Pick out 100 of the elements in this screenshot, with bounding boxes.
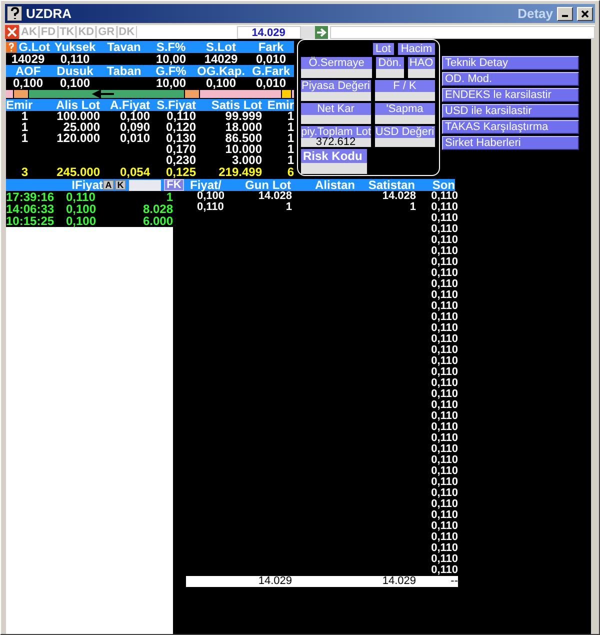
time-cell-text: 14:06:33 [6, 203, 56, 215]
value-cell-text: 0,010 [254, 77, 288, 89]
menu-button[interactable]: Teknik Detay [442, 56, 579, 70]
column-header: S.F% [155, 41, 187, 53]
table-cell-text: 0,110 [430, 301, 458, 312]
total-cell-text: 6 [286, 166, 294, 178]
toolbar-tab[interactable]: GR [96, 26, 117, 38]
panel-title: Detay [518, 6, 553, 21]
value-cell-text: 0,100 [58, 77, 92, 89]
table-cell-text: 0,110 [430, 191, 458, 202]
value-field[interactable]: 14.029 [236, 26, 301, 38]
price-cell-text: 0,110 [66, 191, 96, 203]
table-cell-text: 0,110 [430, 565, 458, 576]
input-field[interactable] [129, 180, 161, 190]
table-cell-text: 0,110 [196, 202, 225, 213]
table-cell-text: 0,110 [430, 499, 458, 510]
total-cell-text: 219.499 [218, 166, 262, 178]
table-cell-text: 0,110 [430, 290, 458, 301]
value-field: 372.612 [301, 138, 371, 147]
filter-button[interactable]: FK [164, 179, 184, 191]
time-cell-text: 10:15:25 [6, 215, 56, 227]
table-cell-text: 0,120 [164, 122, 196, 133]
value-cell-text: 14029 [10, 53, 46, 65]
table-cell-text: 1 [286, 133, 294, 144]
table-cell-text: 10.000 [224, 144, 262, 155]
value-cell-text: 10,00 [154, 53, 188, 65]
table-cell-text: 0,110 [430, 510, 458, 521]
menu-button[interactable]: USD ile karsilastir [442, 104, 579, 118]
table-cell-text: 14.028 [381, 191, 416, 202]
value-field [301, 115, 371, 124]
lot-cell-text: 6.000 [142, 215, 173, 227]
toolbar-tab[interactable]: DK [116, 26, 137, 38]
table-cell-text: 120.000 [56, 133, 100, 144]
column-header: Fark [257, 41, 285, 53]
window-title: UZDRA [26, 6, 72, 21]
column-header: G.Fark [250, 65, 291, 77]
column-header: Tavan [106, 41, 142, 53]
table-cell-text: 0,090 [118, 122, 150, 133]
column-header: A.Fiyat [108, 99, 150, 111]
column-header: Emir [266, 99, 294, 111]
value-cell-text: 0,010 [254, 53, 288, 65]
column-header: Emir [6, 99, 32, 111]
table-cell-text: 0,110 [430, 532, 458, 543]
value-field [301, 163, 367, 174]
table-cell-text: 0,110 [166, 111, 196, 122]
column-header: Yuksek [53, 41, 97, 53]
menu-button[interactable]: ENDEKS le karsilastir [442, 88, 579, 102]
menu-button[interactable]: OD. Mod. [442, 72, 579, 86]
total-cell-text: 0,125 [164, 166, 196, 178]
table-cell-text: 0,110 [430, 543, 458, 554]
table-cell-text: 0,110 [430, 367, 458, 378]
column-header: G.Lot [18, 41, 50, 53]
minimize-button[interactable] [557, 6, 573, 20]
column-header: Alis Lot [55, 99, 100, 111]
table-cell-text: 100.000 [56, 111, 100, 122]
menu-button[interactable]: TAKAS Karşılaştırma [442, 120, 579, 134]
field-label: Ö.Sermaye [301, 57, 372, 69]
field-label: HAO [408, 57, 435, 69]
table-cell-text: 1 [286, 122, 294, 133]
close-button[interactable] [577, 6, 593, 20]
help-icon[interactable] [7, 6, 22, 21]
time-cell-text: 17:39:16 [6, 191, 56, 203]
table-cell-text: 86.500 [224, 133, 262, 144]
table-cell-text: 0,100 [120, 111, 150, 122]
table-cell-text: 1 [286, 144, 294, 155]
small-button[interactable]: K [115, 180, 126, 190]
table-cell-text: 25.000 [63, 122, 100, 133]
lot-cell-text: 8.028 [142, 203, 173, 215]
field-label: Piyasa Değeri [301, 80, 371, 92]
toolbar-tab[interactable]: KD [76, 26, 96, 38]
total-cell-text: -- [450, 576, 458, 587]
input-field[interactable] [330, 26, 595, 38]
table-cell-text: 0,110 [430, 257, 458, 268]
field-label: 'Sapma [374, 103, 435, 115]
go-button[interactable] [314, 26, 328, 38]
table-cell-text: 1 [20, 122, 29, 133]
table-cell-text: 0,110 [430, 554, 458, 565]
minimize-icon [562, 14, 568, 16]
column-header[interactable]: Fiyat/ [184, 179, 224, 191]
value-field [301, 92, 371, 101]
column-header: Taban [106, 65, 142, 77]
value-field [374, 138, 435, 147]
small-button[interactable]: A [103, 180, 114, 190]
table-cell-text: 0,110 [430, 389, 458, 400]
tab[interactable]: Lot [372, 43, 394, 55]
column-header: Dusuk [56, 65, 94, 77]
value-cell-text: 14029 [203, 53, 239, 65]
toolbar-tab[interactable]: TK [58, 26, 76, 38]
value-cell-text: 0,110 [59, 53, 91, 65]
table-cell-text: 0,110 [430, 345, 458, 356]
menu-button[interactable]: Sirket Haberleri [442, 136, 579, 150]
lot-cell-text: 1 [165, 191, 173, 203]
value-field [376, 69, 404, 78]
total-cell-text: 3 [20, 166, 29, 178]
table-cell-text: 18.000 [224, 122, 262, 133]
table-cell-text: 0,110 [430, 466, 458, 477]
toolbar-tab[interactable]: AK [19, 26, 39, 38]
value-field [301, 69, 372, 78]
tab[interactable]: Hacim [398, 43, 435, 55]
toolbar-tab[interactable]: FD [38, 26, 58, 38]
